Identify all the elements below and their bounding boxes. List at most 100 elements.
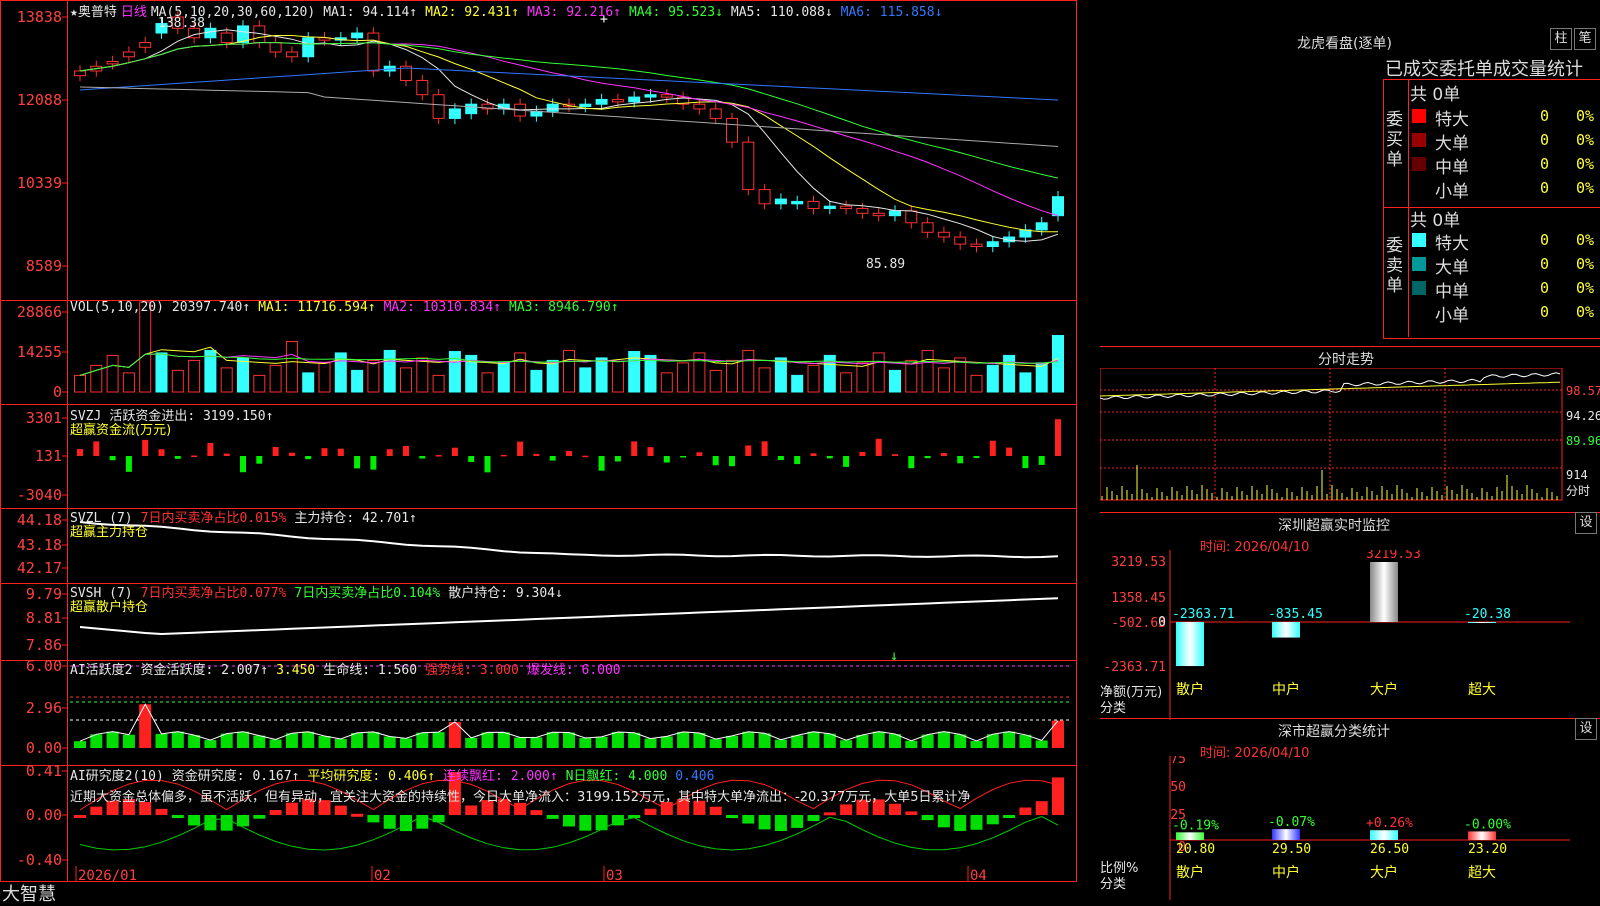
svzj-bar (875, 438, 882, 456)
ai2-y-tick: 0.00 (26, 806, 62, 824)
candle (106, 60, 119, 65)
svzj-bar (663, 456, 670, 463)
legend-item: 爆发线: 6.000 (526, 663, 621, 678)
svzj-bar (142, 439, 149, 456)
ai-research-bar (530, 810, 543, 815)
svzj-bar (745, 445, 752, 456)
legend-item: 连续飘红: 2.000↑ (443, 769, 558, 784)
ai-active-bar (318, 736, 331, 748)
kline-area[interactable]: 13838 12088 10339 8589 28866 14255 0 3301 131 -30… (0, 0, 1077, 882)
candle (889, 210, 901, 217)
column-view-button[interactable]: 柱 (1550, 28, 1572, 50)
sz-monitor-panel (1100, 512, 1600, 513)
x-axis-label: 03 (606, 868, 623, 882)
ai-active-bar (677, 731, 690, 748)
ai-active-bar (253, 735, 266, 748)
legend-item: MA3: 8946.790↑ (509, 300, 619, 315)
volume-bar (171, 369, 184, 393)
row-count: 0 (1540, 279, 1550, 297)
ai-active-bar (481, 732, 494, 748)
row-count: 0 (1540, 107, 1550, 125)
row-count: 0 (1540, 131, 1550, 149)
ai-active-bar (139, 704, 152, 748)
svzj-bar (712, 456, 719, 466)
ai-active-bar (74, 741, 86, 748)
ai-active-bar (872, 731, 885, 748)
row-label: 大单 (1435, 258, 1469, 278)
svzj-bar (614, 456, 621, 462)
legend-item: AI研究度2(10) (70, 769, 164, 784)
svzl-y-tick: 42.17 (17, 559, 62, 577)
ai-research-bar (171, 815, 184, 818)
svzj-bar (403, 445, 409, 456)
volume-bar (188, 359, 201, 393)
legend-item: 散户持仓: 9.304↓ (448, 586, 563, 601)
row-pct: 0% (1576, 279, 1595, 297)
svzj-bar (989, 440, 996, 456)
sz-monitor-settings-button[interactable]: 设 (1575, 512, 1597, 534)
row-label: 特大 (1435, 234, 1469, 254)
category-label: 大户 (1370, 864, 1398, 881)
ai-research-bar (644, 808, 657, 815)
candle (204, 27, 217, 39)
svzj-bar (631, 441, 638, 456)
volume-bar (481, 372, 494, 393)
volume-bar (889, 369, 901, 393)
category-bar (1272, 829, 1300, 840)
svzl-sub-label: 超赢主力持仓 (70, 525, 149, 540)
sz-monitor-chart: 3219.531358.45-502.63-2363.710-2363.71散户… (1103, 550, 1570, 720)
price-ma-legend: ★奥普特 日线 MA(5,10,20,30,60,120) MA1: 94.114↑ M… (70, 1, 950, 20)
candle (726, 117, 738, 143)
category-bar (1176, 832, 1204, 840)
volume-bar (432, 374, 445, 393)
volume-bar (139, 301, 152, 393)
ai-research-bar (465, 805, 478, 815)
ai-research-bar (1003, 815, 1016, 818)
candle (595, 98, 608, 105)
svsh-y-tick: 9.79 (26, 585, 62, 603)
longhu-subtitle: 已成交委托单成交量统计 (1385, 59, 1583, 80)
svzj-bar (1055, 419, 1061, 456)
ai-active-bar (367, 731, 380, 748)
ai-research-bar (742, 815, 755, 824)
candle (416, 79, 429, 96)
kline-svg: 13838 12088 10339 8589 28866 14255 0 3301 131 -30… (0, 0, 1077, 882)
sz-monitor-zero-tick: 0 (1158, 615, 1166, 630)
ai-research-bar (351, 813, 364, 817)
svzj-bar (1022, 456, 1029, 469)
candle (285, 51, 298, 58)
row-count: 0 (1540, 303, 1550, 321)
svzj-bar (647, 447, 654, 456)
price-y-tick: 13838 (17, 8, 62, 26)
row-label: 中单 (1435, 158, 1469, 178)
ai-research-bar (921, 815, 934, 821)
ai-active-bar (285, 733, 298, 748)
tick-view-button[interactable]: 笔 (1574, 28, 1596, 50)
volume-bar (954, 357, 967, 393)
legend-item: N日飘红: 4.000 (565, 769, 668, 784)
svzj-bar (859, 451, 866, 456)
ai-research-bar (970, 815, 983, 830)
intraday-chart[interactable]: 98.57 94.26 89.96 914 分时 (1100, 368, 1600, 510)
sz-class-title: 深市超赢分类统计 (1278, 724, 1390, 740)
volume-bar (155, 352, 168, 393)
svzj-bar (256, 456, 263, 464)
x-axis-label: 2026/01 (78, 868, 137, 882)
color-swatch (1412, 109, 1426, 123)
candle (872, 212, 885, 217)
candle (921, 222, 934, 233)
sz-class-settings-button[interactable]: 设 (1575, 718, 1597, 740)
svzj-bar (566, 451, 572, 456)
svzj-bar (125, 456, 132, 472)
legend-item: AI活跃度2 (70, 663, 133, 678)
svzj-bar (93, 441, 100, 456)
row-count: 0 (1540, 231, 1550, 249)
legend-item: 7日内买卖净占比0.104% (294, 586, 441, 601)
svzj-bar (696, 452, 703, 456)
legend-item: 0.406 (675, 769, 715, 784)
candle (986, 241, 999, 248)
volume-bar (448, 351, 461, 393)
ai-active-bar (579, 738, 592, 748)
candle (905, 210, 918, 224)
svzj-bar (957, 456, 964, 464)
